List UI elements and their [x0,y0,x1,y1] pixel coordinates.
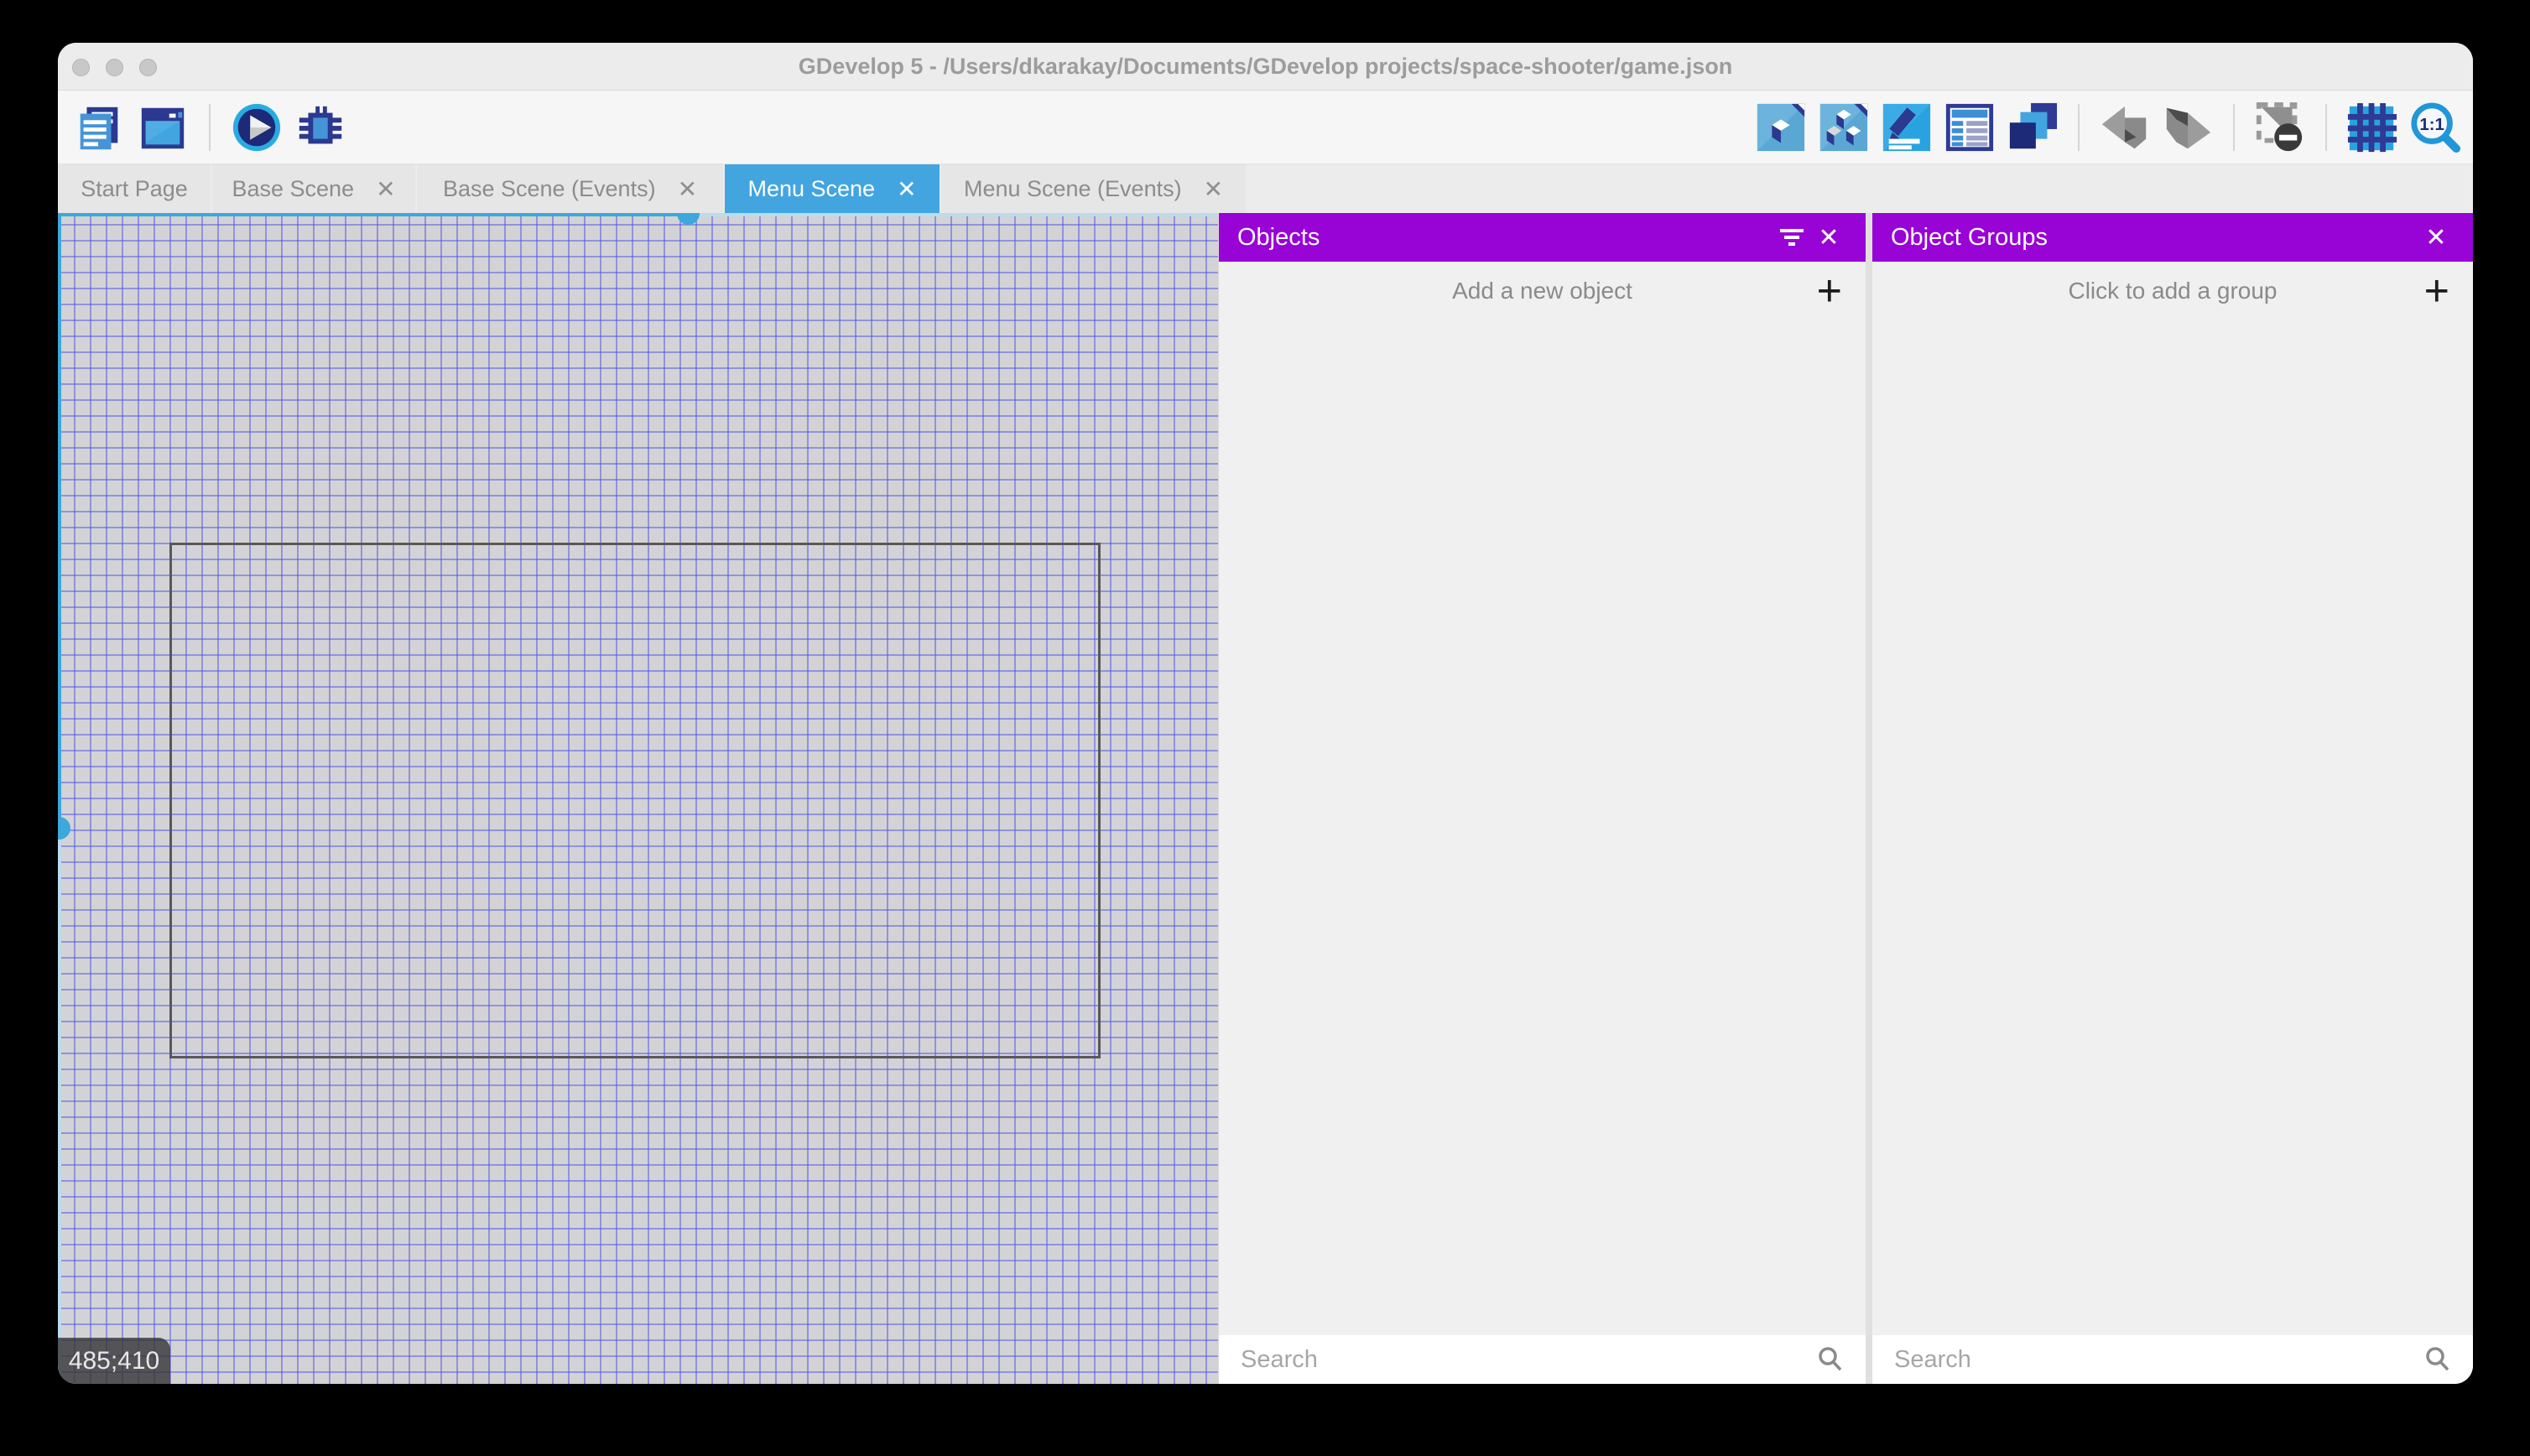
close-icon[interactable]: ✕ [2418,219,2455,256]
tab-close-icon[interactable]: ✕ [678,175,697,203]
redo-icon[interactable] [2162,101,2214,153]
filter-icon[interactable] [1773,219,1810,256]
object-groups-list-empty [1872,320,2473,1335]
objects-panel-header: Objects ✕ [1219,213,1866,262]
add-plus-icon[interactable]: + [1817,269,1842,313]
tab-close-icon[interactable]: ✕ [897,175,916,203]
tab-menu-scene-events[interactable]: Menu Scene (Events) ✕ [941,164,1246,213]
tab-menu-scene[interactable]: Menu Scene ✕ [725,164,940,213]
start-page-icon[interactable] [137,101,189,153]
toolbar-left-group [58,101,346,153]
object-groups-editor-icon[interactable] [1818,101,1870,153]
tab-label: Base Scene [232,175,355,201]
zoom-ratio-label: 1:1 [2419,116,2444,134]
toolbar-separator [2325,104,2327,151]
horizontal-scrollbar-thumb[interactable] [58,213,688,216]
cursor-coordinates-badge: 485;410 [58,1338,170,1384]
toolbar-separator [2233,104,2235,151]
main-toolbar: 1:1 [58,91,2473,164]
toolbar-separator [2078,104,2080,151]
objects-editor-icon[interactable] [1755,101,1807,153]
toolbar-separator [209,103,211,151]
add-object-row[interactable]: Add a new object + [1219,262,1866,320]
tab-close-icon[interactable]: ✕ [1204,175,1223,203]
tab-label: Start Page [81,175,188,201]
project-manager-icon[interactable] [73,101,125,153]
object-groups-panel-header: Object Groups ✕ [1872,213,2473,262]
undo-icon[interactable] [2099,101,2151,153]
objects-panel-title: Objects [1237,223,1320,251]
window-title: GDevelop 5 - /Users/dkarakay/Documents/G… [798,54,1733,79]
horizontal-scrollbar-track[interactable] [688,213,1218,216]
add-plus-icon[interactable]: + [2424,269,2449,313]
search-icon[interactable] [1815,1344,1845,1375]
instances-list-icon[interactable] [1944,101,1996,153]
zoom-1-1-icon[interactable]: 1:1 [2409,101,2461,153]
preview-play-icon[interactable] [231,101,283,153]
vertical-scrollbar-track[interactable] [58,828,61,1384]
object-groups-search-input[interactable] [1872,1335,2473,1384]
editor-tab-bar: Start Page Base Scene ✕ Base Scene (Even… [58,164,2473,213]
layers-icon[interactable] [2007,101,2059,153]
title-bar: GDevelop 5 - /Users/dkarakay/Documents/G… [58,43,2473,91]
objects-list-empty [1219,320,1866,1335]
tab-label: Base Scene (Events) [442,175,656,201]
vertical-scrollbar-knob[interactable] [58,817,70,840]
close-icon[interactable]: ✕ [1810,219,1847,256]
search-icon[interactable] [2423,1344,2453,1375]
mask-toggle-icon[interactable] [2254,101,2306,153]
tab-label: Menu Scene [747,175,876,201]
objects-search-input[interactable] [1219,1335,1866,1384]
add-group-row[interactable]: Click to add a group + [1872,262,2473,320]
scene-canvas[interactable]: 485;410 [58,213,1218,1384]
tab-base-scene-events[interactable]: Base Scene (Events) ✕ [417,164,723,213]
panel-resize-divider[interactable] [1866,213,1872,1384]
add-object-label: Add a new object [1452,278,1632,304]
grid-toggle-icon[interactable] [2346,101,2398,153]
tab-label: Menu Scene (Events) [963,175,1182,201]
add-group-label: Click to add a group [2068,278,2278,304]
scene-window-frame [169,543,1101,1058]
objects-search-row [1219,1335,1866,1384]
properties-icon[interactable] [1881,101,1933,153]
debug-icon[interactable] [294,101,346,153]
tab-close-icon[interactable]: ✕ [376,175,395,203]
toolbar-right-group: 1:1 [1755,91,2461,164]
horizontal-scrollbar-knob[interactable] [677,213,700,225]
object-groups-panel-title: Object Groups [1891,223,2048,251]
tab-start-page[interactable]: Start Page [58,164,211,213]
object-groups-panel: Object Groups ✕ Click to add a group + [1872,213,2473,1384]
object-groups-search-row [1872,1335,2473,1384]
app-window: GDevelop 5 - /Users/dkarakay/Documents/G… [58,43,2473,1384]
objects-panel: Objects ✕ Add a new object + [1218,213,1866,1384]
vertical-scrollbar-thumb[interactable] [58,213,61,828]
editor-content: 485;410 Objects ✕ Add a new object + Sea… [58,213,2473,1384]
tab-base-scene[interactable]: Base Scene ✕ [212,164,415,213]
